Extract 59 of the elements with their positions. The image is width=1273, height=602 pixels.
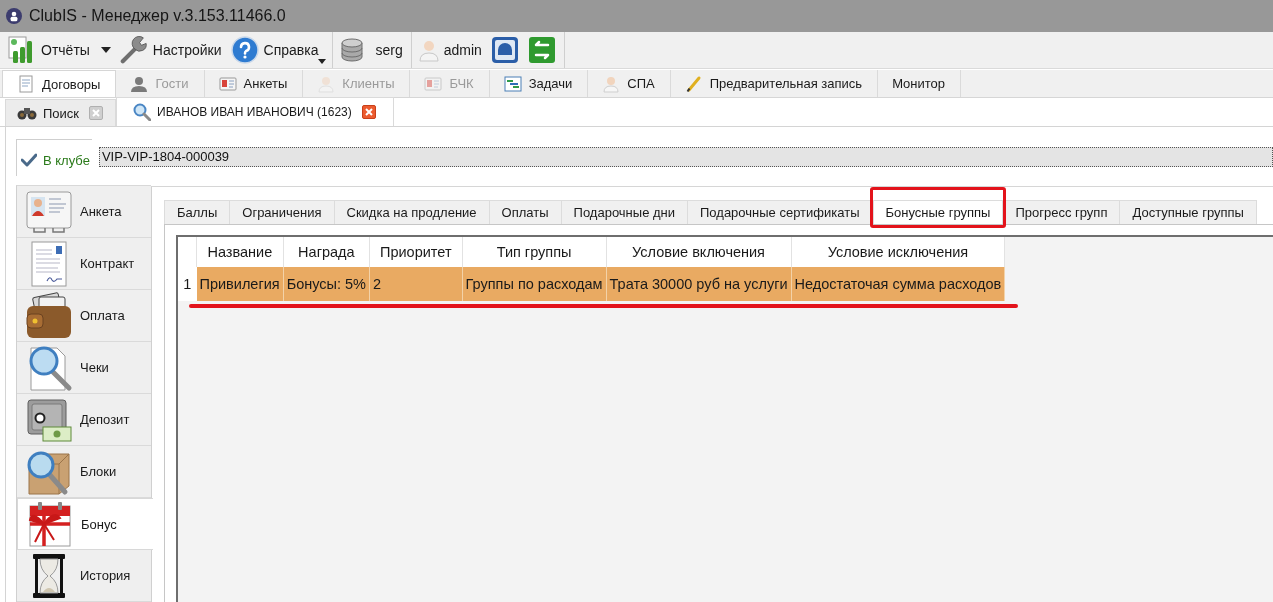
subtab[interactable]: Ограничения	[230, 200, 335, 224]
lock-icon	[490, 36, 519, 64]
subtab[interactable]: Баллы	[164, 200, 231, 224]
caret-icon	[318, 59, 327, 64]
status-label: В клубе	[43, 152, 90, 168]
table-cell: Привилегия	[196, 267, 284, 301]
database-icon	[340, 38, 365, 62]
window-title: ClubIS - Менеджер v.3.153.11466.0	[29, 7, 286, 25]
sidebar-item[interactable]: Контракт	[17, 238, 151, 290]
subtab[interactable]: Скидка на продление	[334, 200, 490, 224]
sidebar-item[interactable]: Оплата	[17, 290, 151, 342]
id-card-icon	[218, 74, 237, 93]
gantt-icon	[503, 74, 522, 93]
table-cell: Бонусы: 5%	[283, 267, 370, 301]
wrench-icon	[119, 36, 148, 64]
magnifier-icon	[133, 103, 152, 121]
caret-icon	[100, 47, 111, 53]
toolbar-button[interactable]: admin	[415, 33, 485, 67]
column-header[interactable]: Приоритет	[369, 237, 463, 267]
document-tab[interactable]: ИВАНОВ ИВАН ИВАНОВИЧ (1623)	[116, 97, 394, 126]
toolbar-button[interactable]: Отчёты	[5, 33, 114, 67]
main-tab[interactable]: Договоры	[2, 70, 117, 97]
id-card-icon	[424, 74, 443, 93]
subtab[interactable]: Прогресс групп	[1003, 200, 1121, 224]
table-row[interactable]: 1 Привилегия Бонусы: 5% 2 Группы по расходам Трата 30000 руб на услуги Недостаточая сумма расходов	[178, 267, 1005, 301]
user-icon	[418, 38, 439, 62]
subtab[interactable]: Подарочные дни	[561, 200, 688, 224]
column-header[interactable]: Условие исключения	[791, 237, 1005, 267]
subtab[interactable]: Оплаты	[489, 200, 562, 224]
pencil-icon	[684, 74, 703, 93]
table-cell: Недостаточая сумма расходов	[791, 267, 1005, 301]
gift-calendar-icon	[26, 500, 74, 548]
column-header[interactable]: Условие включения	[606, 237, 792, 267]
person-icon	[602, 74, 621, 93]
person-icon	[317, 74, 336, 93]
table-cell: 2	[369, 267, 463, 301]
table-cell: Группы по расходам	[462, 267, 607, 301]
column-header[interactable]: Награда	[283, 237, 370, 267]
toolbar-button[interactable]: serg	[337, 33, 406, 67]
row-number: 1	[178, 267, 197, 301]
binoculars-icon	[17, 106, 37, 120]
card-number-field[interactable]: VIP-VIP-1804-000039	[98, 147, 1273, 167]
document-icon	[17, 75, 35, 93]
help-icon	[230, 36, 259, 64]
close-icon[interactable]	[361, 105, 376, 119]
sidebar-item[interactable]: Бонус	[17, 498, 153, 550]
wallet-icon	[25, 291, 73, 340]
column-header[interactable]: Название	[196, 237, 284, 267]
column-header[interactable]: Тип группы	[462, 237, 607, 267]
user-badge-icon	[6, 8, 22, 24]
subtab[interactable]: Доступные группы	[1120, 200, 1257, 224]
toolbar-button[interactable]: Справка	[227, 33, 328, 67]
document-tab[interactable]: Поиск	[5, 99, 117, 126]
subtab[interactable]: Бонусные группы	[872, 200, 1004, 224]
arrows-icon	[527, 36, 556, 64]
table-cell: Трата 30000 руб на услуги	[606, 267, 792, 301]
person-icon	[130, 74, 149, 93]
subtab[interactable]: Подарочные сертификаты	[688, 200, 873, 224]
toolbar-button[interactable]: Настройки	[116, 33, 225, 67]
